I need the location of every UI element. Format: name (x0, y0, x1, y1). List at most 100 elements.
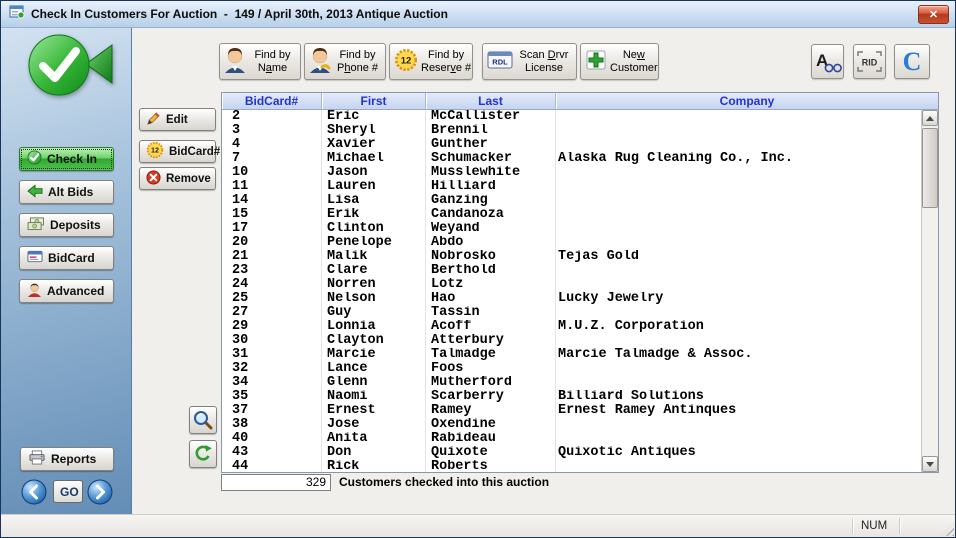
refresh-button[interactable] (189, 440, 217, 468)
go-button[interactable]: GO (53, 480, 83, 503)
table-cell: 35 (222, 390, 322, 404)
sidebar-item-alt-bids[interactable]: Alt Bids (19, 180, 114, 204)
table-cell: Anita (322, 432, 426, 446)
button-label: BidCard# (169, 146, 220, 158)
svg-text:12: 12 (401, 56, 412, 67)
reports-button[interactable]: Reports (20, 447, 114, 471)
table-row[interactable]: 25NelsonHaoLucky Jewelry (222, 292, 921, 306)
table-cell: Guy (322, 306, 426, 320)
table-cell: Lucky Jewelry (556, 292, 921, 306)
column-header-first[interactable]: First (322, 93, 426, 109)
table-cell: Hao (426, 292, 556, 306)
find-by-reserve-button[interactable]: 12 Find by Reserve # (389, 43, 473, 80)
table-cell (556, 376, 921, 390)
check-icon (27, 150, 42, 168)
table-row[interactable]: 37ErnestRameyErnest Ramey Antinques (222, 404, 921, 418)
table-cell: McCallister (426, 110, 556, 124)
nav-next-button[interactable] (87, 479, 113, 505)
table-row[interactable]: 15ErikCandanoza (222, 208, 921, 222)
table-row[interactable]: 24NorrenLotz (222, 278, 921, 292)
edit-button[interactable]: Edit (139, 108, 216, 131)
customer-table: BidCard# First Last Company 2EricMcCalli… (221, 92, 939, 473)
table-cell: Don (322, 446, 426, 460)
table-row[interactable]: 35NaomiScarberryBilliard Solutions (222, 390, 921, 404)
button-label: Find by Name (249, 49, 296, 75)
new-customer-button[interactable]: New Customer (580, 43, 659, 80)
remove-button[interactable]: Remove (139, 167, 216, 190)
table-row[interactable]: 44RickRoberts (222, 460, 921, 472)
sidebar-item-check-in[interactable]: Check In (19, 147, 114, 171)
titlebar[interactable]: Check In Customers For Auction - 149 / A… (1, 1, 955, 28)
table-row[interactable]: 17ClintonWeyand (222, 222, 921, 236)
close-button[interactable]: ✕ (918, 5, 949, 24)
table-row[interactable]: 38JoseOxendine (222, 418, 921, 432)
svg-text:A: A (816, 51, 828, 70)
svg-text:12: 12 (151, 147, 159, 155)
table-cell: Nobrosko (426, 250, 556, 264)
sidebar-item-label: Check In (47, 152, 97, 166)
table-row[interactable]: 11LaurenHilliard (222, 180, 921, 194)
table-cell: Rabideau (426, 432, 556, 446)
sidebar-item-deposits[interactable]: Deposits (19, 213, 114, 237)
table-cell: 24 (222, 278, 322, 292)
table-cell: Foos (426, 362, 556, 376)
table-cell: Oxendine (426, 418, 556, 432)
find-by-name-button[interactable]: Find by Name (219, 43, 301, 80)
column-header-last[interactable]: Last (426, 93, 556, 109)
nav-previous-button[interactable] (21, 479, 47, 505)
table-row[interactable]: 14LisaGanzing (222, 194, 921, 208)
table-cell: Brennil (426, 124, 556, 138)
column-header-company[interactable]: Company (556, 93, 938, 109)
column-header-bidcard[interactable]: BidCard# (222, 93, 322, 109)
table-row[interactable]: 31MarcieTalmadgeMarcie Talmadge & Assoc. (222, 348, 921, 362)
rid-scan-button[interactable]: RID (853, 44, 886, 79)
table-row[interactable]: 40AnitaRabideau (222, 432, 921, 446)
table-row[interactable]: 21MalikNobroskoTejas Gold (222, 250, 921, 264)
table-row[interactable]: 3SherylBrennil (222, 124, 921, 138)
printer-icon (28, 450, 46, 468)
sidebar-item-label: BidCard (48, 251, 95, 265)
table-row[interactable]: 4XavierGunther (222, 138, 921, 152)
content-area: Check In Alt Bids (1, 28, 955, 514)
sidebar-item-advanced[interactable]: Advanced (19, 279, 114, 303)
rid-icon: RID (856, 50, 883, 73)
bidcard-number-button[interactable]: 12 BidCard# (139, 140, 216, 163)
find-by-phone-button[interactable]: Find by Phone # (304, 43, 386, 80)
triangle-up-icon (926, 116, 934, 121)
table-cell: Lotz (426, 278, 556, 292)
scroll-up-button[interactable] (922, 110, 938, 126)
table-row[interactable]: 23ClareBerthold (222, 264, 921, 278)
table-row[interactable]: 2EricMcCallister (222, 110, 921, 124)
table-cell: 32 (222, 362, 322, 376)
table-row[interactable]: 27GuyTassin (222, 306, 921, 320)
card-icon (27, 250, 43, 266)
table-cell: 27 (222, 306, 322, 320)
scan-driver-license-button[interactable]: RDL Scan Drvr License (482, 43, 577, 80)
resize-grip[interactable] (941, 523, 954, 536)
table-row[interactable]: 20PenelopeAbdo (222, 236, 921, 250)
table-cell: Schumacker (426, 152, 556, 166)
c-logo-button[interactable]: C (894, 44, 930, 79)
table-cell: Marcie (322, 348, 426, 362)
table-cell: Quixotic Antiques (556, 446, 921, 460)
remove-icon (146, 170, 161, 188)
vertical-scrollbar[interactable] (921, 110, 938, 472)
table-row[interactable]: 7MichaelSchumackerAlaska Rug Cleaning Co… (222, 152, 921, 166)
table-cell (556, 180, 921, 194)
customer-table-body: 2EricMcCallister3SherylBrennil4XavierGun… (222, 110, 921, 472)
table-row[interactable]: 30ClaytonAtterbury (222, 334, 921, 348)
sidebar-item-bidcard[interactable]: BidCard (19, 246, 114, 270)
table-row[interactable]: 34GlennMutherford (222, 376, 921, 390)
scrollbar-thumb[interactable] (922, 128, 938, 208)
table-row[interactable]: 43DonQuixoteQuixotic Antiques (222, 446, 921, 460)
table-cell (556, 236, 921, 250)
table-cell: Lisa (322, 194, 426, 208)
table-row[interactable]: 10JasonMusslewhite (222, 166, 921, 180)
table-cell: 43 (222, 446, 322, 460)
table-row[interactable]: 29LonniaAcoffM.U.Z. Corporation (222, 320, 921, 334)
sidebar-item-label: Deposits (50, 218, 101, 232)
table-row[interactable]: 32LanceFoos (222, 362, 921, 376)
font-find-button[interactable]: A (811, 44, 844, 79)
scroll-down-button[interactable] (922, 456, 938, 472)
search-button[interactable] (189, 406, 217, 434)
